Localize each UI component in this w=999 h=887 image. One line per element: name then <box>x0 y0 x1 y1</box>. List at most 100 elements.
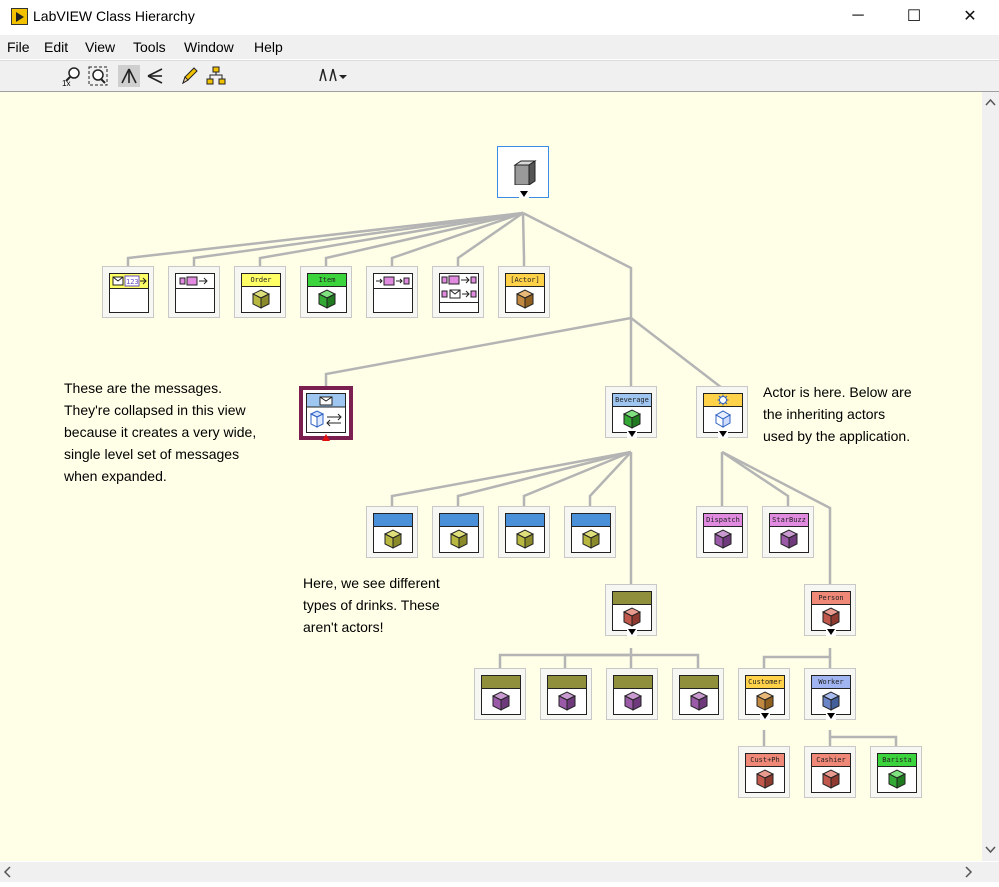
vertical-layout-icon[interactable] <box>118 65 140 87</box>
class-label: Worker <box>812 676 850 689</box>
queue-message-icon <box>440 274 478 303</box>
class-label: Person <box>812 592 850 605</box>
class-node-starbuzz[interactable]: StarBuzz <box>762 506 814 558</box>
gear-icon <box>704 394 742 407</box>
cube-icon <box>689 691 709 711</box>
cube-icon <box>622 607 642 627</box>
menu-window[interactable]: Window <box>184 39 234 55</box>
class-node-root[interactable] <box>497 146 549 198</box>
class-node-drink-leaf-3[interactable] <box>606 668 658 720</box>
class-label: Order <box>242 274 280 287</box>
class-node-order[interactable]: Order <box>234 266 286 318</box>
class-node-dispatch[interactable]: Dispatch <box>696 506 748 558</box>
queue-message-icon <box>176 274 214 289</box>
svg-text:123: 123 <box>126 278 139 286</box>
menu-help[interactable]: Help <box>254 39 283 55</box>
class-node-actor-message[interactable]: [Actor] <box>498 266 550 318</box>
class-node-worker[interactable]: Worker <box>804 668 856 720</box>
class-node-message-collapsed[interactable] <box>299 386 353 441</box>
note-actor: Actor is here. Below are the inheriting … <box>763 384 912 444</box>
vertical-scrollbar[interactable] <box>982 92 999 861</box>
menu-bar: File Edit View Tools Window Help <box>0 35 999 59</box>
cube-icon <box>821 607 841 627</box>
cube-icon <box>317 289 337 309</box>
cube-icon <box>383 529 403 549</box>
cube-icon <box>779 529 799 549</box>
collapse-arrow-icon[interactable] <box>760 712 770 720</box>
cube-icon <box>755 769 775 789</box>
cube-icon <box>714 409 732 429</box>
hierarchy-canvas: 123 Order Item [Actor] Beverage Dispatch… <box>0 92 982 861</box>
class-node-actor[interactable] <box>696 386 748 438</box>
scroll-left-icon <box>3 866 11 878</box>
collapse-arrow-icon[interactable] <box>627 430 637 438</box>
class-label <box>614 676 652 689</box>
class-node-drink-category[interactable] <box>605 584 657 636</box>
labview-app-icon <box>11 8 28 25</box>
horizontal-layout-icon[interactable] <box>144 65 166 87</box>
queue-message-icon <box>374 274 412 289</box>
class-node-drink-leaf-2[interactable] <box>540 668 592 720</box>
collapse-arrow-icon[interactable] <box>627 628 637 636</box>
cube-icon <box>713 529 733 549</box>
class-node-drink-1[interactable] <box>366 506 418 558</box>
minimize-button[interactable]: ─ <box>835 0 881 32</box>
menu-tools[interactable]: Tools <box>133 39 166 55</box>
scroll-right-icon <box>965 866 973 878</box>
collapse-arrow-icon[interactable] <box>519 190 529 198</box>
cube-icon <box>581 529 601 549</box>
class-node-drink-leaf-4[interactable] <box>672 668 724 720</box>
close-button[interactable]: ✕ <box>947 0 993 32</box>
class-label <box>440 514 478 527</box>
zoom-fit-icon[interactable] <box>87 65 109 87</box>
cube-icon <box>821 691 841 711</box>
class-node-drink-4[interactable] <box>564 506 616 558</box>
class-node-custph[interactable]: Cust+Ph <box>738 746 790 798</box>
cube-icon <box>251 289 271 309</box>
class-label: [Actor] <box>506 274 544 287</box>
class-node-message-6[interactable] <box>432 266 484 318</box>
cube-icon <box>557 691 577 711</box>
zoom-1x-icon[interactable]: 1x <box>61 65 83 88</box>
maximize-button[interactable]: ☐ <box>891 0 937 32</box>
title-bar: LabVIEW Class Hierarchy ─ ☐ ✕ <box>0 0 999 34</box>
collapse-arrow-icon[interactable] <box>718 430 728 438</box>
class-label <box>506 514 544 527</box>
class-label <box>482 676 520 689</box>
class-node-cashier[interactable]: Cashier <box>804 746 856 798</box>
class-node-drink-leaf-1[interactable] <box>474 668 526 720</box>
horizontal-scrollbar[interactable] <box>0 862 982 882</box>
class-node-drink-3[interactable] <box>498 506 550 558</box>
class-node-item[interactable]: Item <box>300 266 352 318</box>
cube-icon <box>622 409 642 429</box>
edit-icon[interactable] <box>178 65 200 87</box>
class-node-message-1[interactable]: 123 <box>102 266 154 318</box>
hierarchy-icon[interactable] <box>205 65 227 87</box>
cube-icon <box>511 159 537 190</box>
message-icon: 123 <box>110 274 148 289</box>
class-label: StarBuzz <box>770 514 808 527</box>
expand-arrow-icon[interactable] <box>322 434 330 441</box>
class-node-message-5[interactable] <box>366 266 418 318</box>
window-title: LabVIEW Class Hierarchy <box>33 8 195 24</box>
class-label: Customer <box>746 676 784 689</box>
message-class-icon <box>306 393 346 433</box>
collapse-arrow-icon[interactable] <box>826 628 836 636</box>
cube-icon <box>755 691 775 711</box>
scroll-up-icon <box>985 98 996 106</box>
class-node-beverage[interactable]: Beverage <box>605 386 657 438</box>
scroll-down-icon <box>985 846 996 854</box>
class-node-barista[interactable]: Barista <box>870 746 922 798</box>
collapse-arrow-icon[interactable] <box>826 712 836 720</box>
menu-edit[interactable]: Edit <box>44 39 68 55</box>
note-messages: These are the messages. They're collapse… <box>64 380 257 484</box>
class-node-drink-2[interactable] <box>432 506 484 558</box>
class-node-person[interactable]: Person <box>804 584 856 636</box>
class-node-customer[interactable]: Customer <box>738 668 790 720</box>
cube-icon <box>821 769 841 789</box>
menu-file[interactable]: File <box>7 39 30 55</box>
class-label <box>613 592 651 605</box>
menu-view[interactable]: View <box>85 39 115 55</box>
include-dropdown-icon[interactable] <box>317 65 349 87</box>
class-node-message-2[interactable] <box>168 266 220 318</box>
